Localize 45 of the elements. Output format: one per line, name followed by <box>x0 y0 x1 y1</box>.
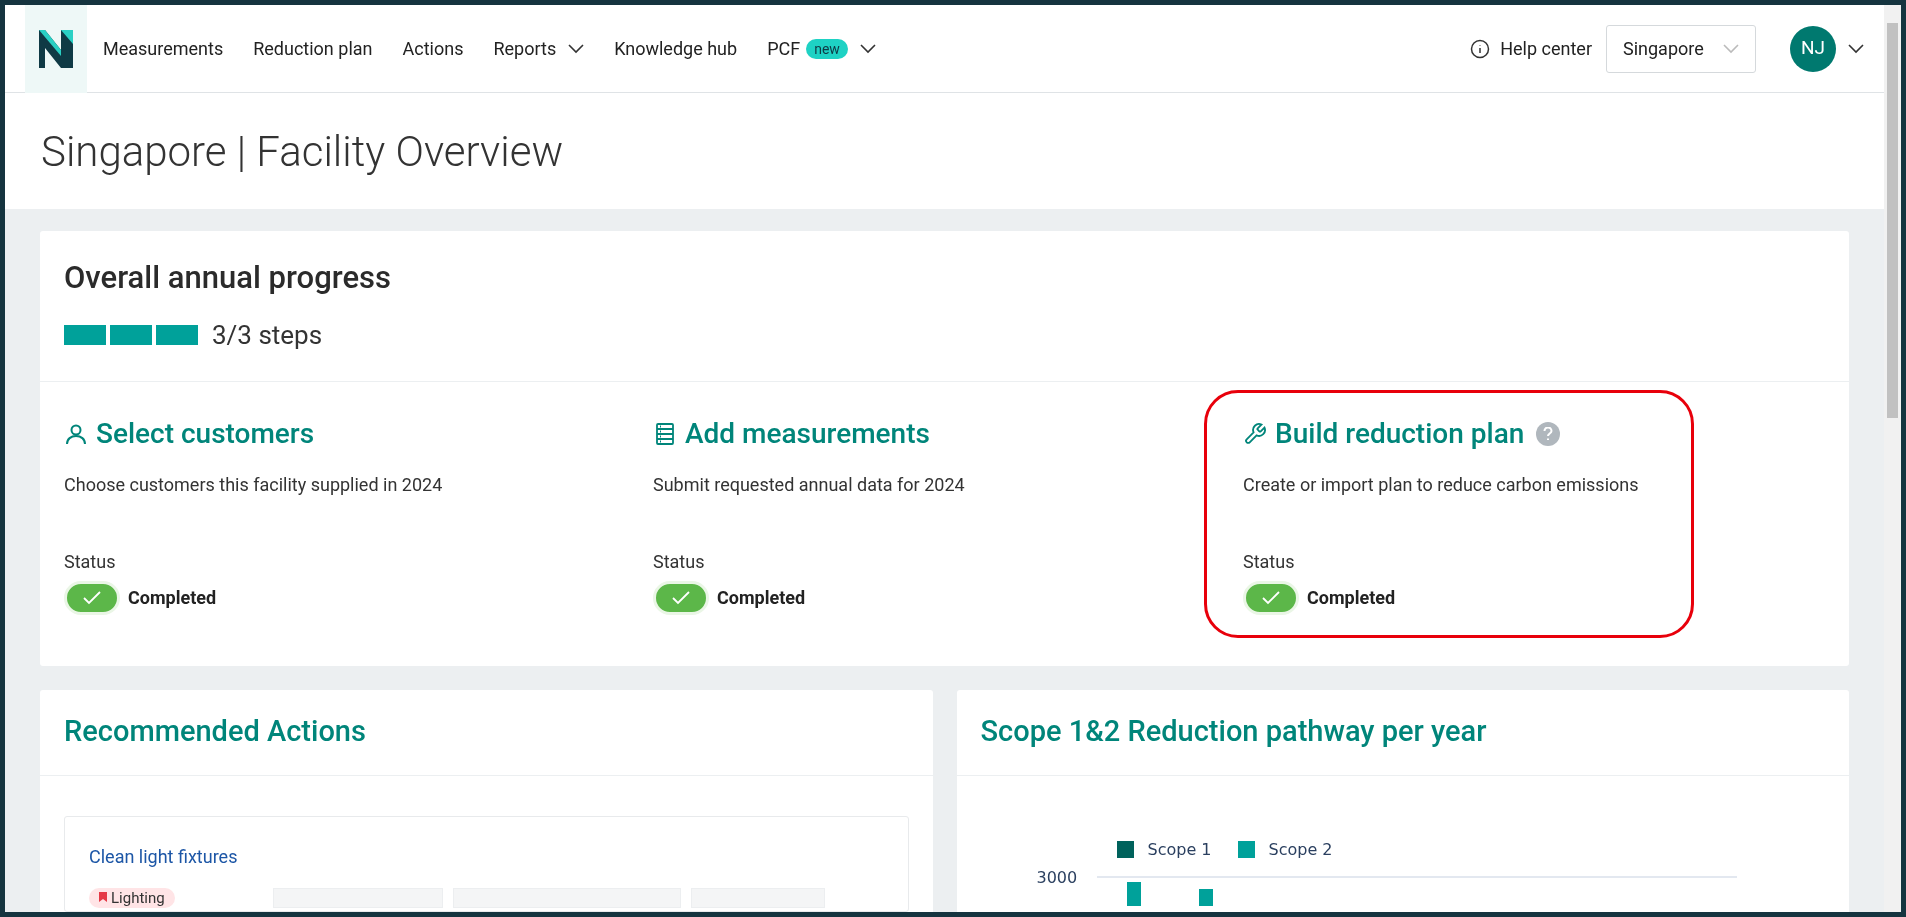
status-text: Completed <box>1307 586 1396 610</box>
step-title-link[interactable]: Select customers <box>96 412 315 455</box>
step-description: Submit requested annual data for 2024 <box>653 472 966 497</box>
logo[interactable] <box>25 5 87 93</box>
status-label: Status <box>64 549 117 574</box>
check-icon <box>1262 590 1280 605</box>
scrollbar[interactable] <box>1884 5 1901 912</box>
legend-label: Scope 2 <box>1268 838 1333 861</box>
step-title-link[interactable]: Add measurements <box>685 412 930 455</box>
card-title: Overall annual progress <box>64 258 392 298</box>
axis-tick-label: 3000 <box>1036 866 1079 889</box>
info-icon <box>1470 38 1491 59</box>
nav-link[interactable]: PCF new <box>767 35 876 62</box>
page-title: Singapore | Facility Overview <box>41 125 564 178</box>
category-tag: Lighting <box>89 887 175 908</box>
steps-count: 3/3 steps <box>212 318 323 352</box>
check-icon <box>672 590 690 605</box>
nav-link[interactable]: Knowledge hub <box>614 35 738 62</box>
chevron-down-icon <box>568 43 585 54</box>
card-title: Scope 1&2 Reduction pathway per year <box>980 713 1487 751</box>
wrench-icon <box>1243 421 1267 446</box>
location-dropdown[interactable]: Singapore <box>1606 24 1756 73</box>
chevron-down-icon <box>1848 43 1864 54</box>
help-icon[interactable] <box>1536 421 1561 446</box>
status-label: Status <box>653 549 706 574</box>
nav-link[interactable]: Measurements <box>103 35 224 62</box>
nav-link[interactable]: Actions <box>402 35 464 62</box>
legend-label: Scope 1 <box>1147 838 1212 861</box>
chevron-down-icon <box>1723 43 1739 54</box>
nav-link[interactable]: Reduction plan <box>253 35 373 62</box>
status-label: Status <box>1243 549 1296 574</box>
step-description: Choose customers this facility supplied in 2024 <box>64 472 444 497</box>
check-icon <box>83 590 101 605</box>
help-center-link[interactable]: Help center <box>1470 35 1592 62</box>
step-description: Create or import plan to reduce carbon emissions <box>1243 472 1640 497</box>
action-title-link[interactable]: Clean light fixtures <box>89 842 884 870</box>
nav-link[interactable]: Reports <box>493 35 585 62</box>
status-text: Completed <box>717 586 806 610</box>
card-title: Recommended Actions <box>64 713 366 751</box>
step-title-link[interactable]: Build reduction plan <box>1275 412 1525 455</box>
status-text: Completed <box>128 586 217 610</box>
new-badge: new <box>806 38 848 59</box>
server-list-icon <box>653 421 677 446</box>
user-avatar[interactable]: NJ <box>1790 25 1836 72</box>
chevron-down-icon <box>859 43 876 54</box>
